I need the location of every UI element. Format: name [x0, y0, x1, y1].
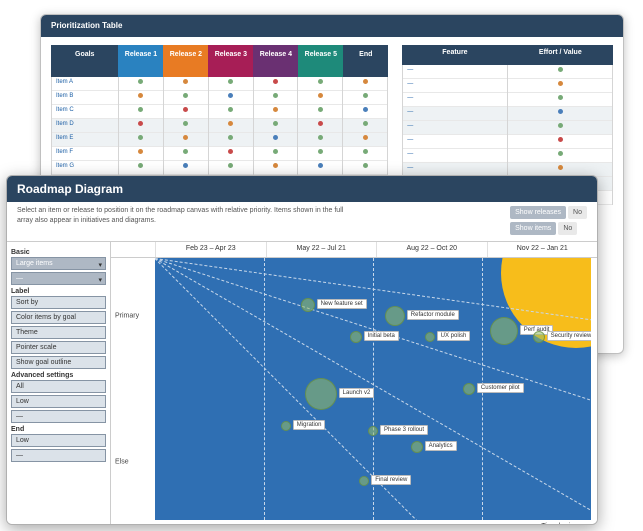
roadmap-window: Roadmap Diagram Select an item or releas… — [6, 175, 598, 525]
plot-area[interactable]: New feature set Refactor module Initial be… — [155, 258, 591, 520]
bubble-label: Customer pilot — [477, 383, 524, 393]
select-theme[interactable]: Theme — [11, 326, 106, 339]
roadmap-title: Roadmap Diagram — [7, 176, 597, 202]
table-row[interactable]: Item A — [52, 77, 118, 91]
toggle-group: Show releases No Show items No — [510, 206, 587, 235]
bubble-item[interactable] — [411, 441, 423, 453]
back-window-title: Prioritization Table — [41, 15, 623, 37]
axis-spacer — [111, 242, 155, 257]
time-axis: Feb 23 – Apr 23 May 22 – Jul 21 Aug 22 –… — [111, 242, 597, 258]
side-header-feature: Feature — [402, 45, 507, 65]
tab-release4[interactable]: Release 4 — [253, 45, 298, 77]
bubble-item[interactable] — [305, 378, 337, 410]
list-item[interactable]: — — [403, 135, 507, 149]
tab-release2[interactable]: Release 2 — [163, 45, 208, 77]
select-end-2[interactable]: — — [11, 449, 106, 462]
bubble-label: Final review — [371, 475, 411, 485]
list-item[interactable]: — — [403, 107, 507, 121]
tab-release3[interactable]: Release 3 — [208, 45, 253, 77]
bubble-label: UX polish — [437, 331, 471, 341]
y-axis: Primary Else — [111, 258, 155, 520]
bubble-item[interactable] — [490, 317, 518, 345]
side-header-effort: Effort / Value — [508, 45, 613, 65]
list-item[interactable]: — — [403, 79, 507, 93]
chevron-down-icon: ▾ — [98, 261, 102, 269]
bubble-label: Phase 3 rollout — [380, 425, 428, 435]
bubble-item[interactable] — [533, 331, 545, 343]
select-goal-outline[interactable]: Show goal outline — [11, 356, 106, 369]
bubble-item[interactable] — [359, 476, 369, 486]
select-end-low[interactable]: Low — [11, 434, 106, 447]
bubble-label: Security review — [547, 331, 591, 341]
bubble-item[interactable] — [301, 298, 315, 312]
table-row[interactable]: Item F — [52, 147, 118, 161]
roadmap-description: Select an item or release to position it… — [17, 206, 357, 226]
toggle-show-releases[interactable]: Show releases — [510, 206, 566, 219]
group-basic: Basic — [11, 249, 106, 256]
time-period: Aug 22 – Oct 20 — [376, 242, 487, 257]
select-large-items[interactable]: Large items▾ — [11, 257, 106, 270]
bubble-label: New feature set — [317, 299, 367, 309]
table-row[interactable]: Item D — [52, 119, 118, 133]
list-item[interactable]: — — [403, 65, 507, 79]
bubble-item[interactable] — [350, 331, 362, 343]
chevron-down-icon: ▾ — [98, 276, 102, 284]
bubble-item[interactable] — [425, 332, 435, 342]
list-item[interactable]: — — [403, 149, 507, 163]
bubble-item[interactable] — [368, 426, 378, 436]
time-period: Nov 22 – Jan 21 — [487, 242, 598, 257]
roadmap-sidebar: Basic Large items▾ —▾ Label Sort by Colo… — [7, 242, 111, 525]
release-tab-row: Goals Release 1 Release 2 Release 3 Rele… — [51, 45, 388, 77]
roadmap-body: Basic Large items▾ —▾ Label Sort by Colo… — [7, 242, 597, 525]
group-label: Label — [11, 288, 106, 295]
time-period: Feb 23 – Apr 23 — [155, 242, 266, 257]
bubble-item[interactable] — [463, 383, 475, 395]
group-advanced: Advanced settings — [11, 372, 106, 379]
tab-goals[interactable]: Goals — [51, 45, 118, 77]
x-axis-caption: Time horizon ▸ — [541, 522, 587, 525]
gridline — [264, 258, 265, 520]
select-adv-3[interactable]: — — [11, 410, 106, 423]
table-row[interactable]: Item G — [52, 161, 118, 175]
toggle-show-items-off[interactable]: No — [558, 222, 577, 235]
tab-end[interactable]: End — [343, 45, 388, 77]
y-label-primary: Primary — [115, 312, 139, 319]
select-pointer-scale[interactable]: Pointer scale — [11, 341, 106, 354]
select-color-by[interactable]: Color items by goal — [11, 311, 106, 324]
select-a2[interactable]: —▾ — [11, 272, 106, 285]
roadmap-subheader: Select an item or release to position it… — [7, 202, 597, 242]
table-row[interactable]: Item B — [52, 91, 118, 105]
roadmap-chart[interactable]: Feb 23 – Apr 23 May 22 – Jul 21 Aug 22 –… — [111, 242, 597, 525]
table-row[interactable]: Item C — [52, 105, 118, 119]
select-adv-all[interactable]: All — [11, 380, 106, 393]
bubble-label: Launch v2 — [339, 388, 375, 398]
y-label-else: Else — [115, 459, 129, 466]
group-end: End — [11, 426, 106, 433]
tab-release5[interactable]: Release 5 — [298, 45, 343, 77]
list-item[interactable]: — — [403, 121, 507, 135]
toggle-show-items[interactable]: Show items — [510, 222, 556, 235]
time-period: May 22 – Jul 21 — [266, 242, 377, 257]
side-table-header: Feature Effort / Value — [402, 45, 613, 65]
bubble-label: Analytics — [425, 441, 457, 451]
toggle-show-releases-off[interactable]: No — [568, 206, 587, 219]
bubble-item[interactable] — [385, 306, 405, 326]
bubble-label: Migration — [293, 420, 326, 430]
select-sort-by[interactable]: Sort by — [11, 296, 106, 309]
bubble-label: Refactor module — [407, 310, 459, 320]
tab-release1[interactable]: Release 1 — [118, 45, 163, 77]
select-adv-low[interactable]: Low — [11, 395, 106, 408]
bubble-item[interactable] — [281, 421, 291, 431]
list-item[interactable]: — — [403, 93, 507, 107]
table-row[interactable]: Item E — [52, 133, 118, 147]
bubble-label: Initial beta — [364, 331, 399, 341]
